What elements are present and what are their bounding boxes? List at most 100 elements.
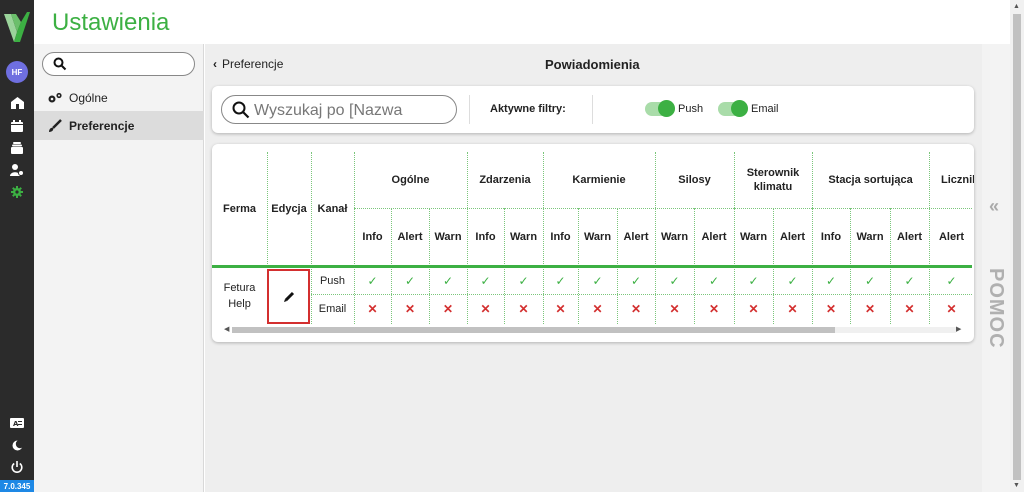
group-header: Karmienie bbox=[572, 174, 626, 186]
push-filter-label: Push bbox=[678, 103, 704, 115]
disabled-cross-icon[interactable]: ✕ bbox=[429, 294, 467, 324]
enabled-check-icon[interactable]: ✓ bbox=[850, 268, 890, 294]
language-icon[interactable]: A bbox=[9, 415, 25, 431]
enabled-check-icon[interactable]: ✓ bbox=[734, 268, 773, 294]
enabled-check-icon[interactable]: ✓ bbox=[429, 268, 467, 294]
channel-name: Email bbox=[318, 303, 347, 315]
column-header-alert: Alert bbox=[938, 230, 965, 243]
gears-icon bbox=[47, 92, 63, 104]
page-scrollbar[interactable]: ▲ ▼ bbox=[1010, 0, 1024, 492]
disabled-cross-icon[interactable]: ✕ bbox=[617, 294, 655, 324]
disabled-cross-icon[interactable]: ✕ bbox=[850, 294, 890, 324]
help-tab[interactable]: « POMOC bbox=[982, 44, 1010, 492]
avatar[interactable]: HF bbox=[6, 61, 28, 83]
disabled-cross-icon[interactable]: ✕ bbox=[504, 294, 543, 324]
farm-icon[interactable] bbox=[9, 95, 25, 111]
panel-title: Powiadomienia bbox=[545, 57, 640, 72]
user-settings-icon[interactable] bbox=[9, 162, 25, 178]
disabled-cross-icon[interactable]: ✕ bbox=[354, 294, 391, 324]
close-icon: ✕ bbox=[630, 302, 642, 316]
email-filter-toggle[interactable] bbox=[718, 100, 748, 117]
horizontal-scrollbar[interactable]: ◀ ▶ bbox=[224, 325, 964, 334]
enabled-check-icon[interactable]: ✓ bbox=[655, 268, 694, 294]
enabled-check-icon[interactable]: ✓ bbox=[929, 268, 974, 294]
disabled-cross-icon[interactable]: ✕ bbox=[929, 294, 974, 324]
group-header: Sterownik klimatu bbox=[746, 167, 800, 193]
app-logo[interactable] bbox=[3, 10, 31, 44]
close-icon: ✕ bbox=[480, 302, 491, 316]
divider bbox=[469, 95, 470, 124]
edit-button[interactable] bbox=[267, 269, 310, 324]
active-filters-label: Aktywne filtry: bbox=[490, 103, 566, 115]
sidebar-item-preferences[interactable]: Preferencje bbox=[34, 111, 204, 140]
enabled-check-icon[interactable]: ✓ bbox=[694, 268, 734, 294]
enabled-check-icon[interactable]: ✓ bbox=[354, 268, 391, 294]
column-header-warn: Warn bbox=[509, 230, 538, 243]
scroll-thumb[interactable] bbox=[232, 327, 835, 333]
enabled-check-icon[interactable]: ✓ bbox=[812, 268, 850, 294]
moon-icon[interactable] bbox=[9, 437, 25, 453]
close-icon: ✕ bbox=[708, 302, 720, 316]
disabled-cross-icon[interactable]: ✕ bbox=[467, 294, 504, 324]
check-icon: ✓ bbox=[787, 274, 798, 288]
calendar-icon[interactable] bbox=[9, 118, 25, 134]
header-divider bbox=[212, 265, 972, 268]
disabled-cross-icon[interactable]: ✕ bbox=[655, 294, 694, 324]
help-label: POMOC bbox=[985, 268, 1007, 349]
column-header-alert: Alert bbox=[779, 230, 806, 243]
column-header-info: Info bbox=[550, 230, 571, 243]
disabled-cross-icon[interactable]: ✕ bbox=[694, 294, 734, 324]
column-header-warn: Warn bbox=[583, 230, 612, 243]
check-icon: ✓ bbox=[904, 274, 915, 288]
gear-icon[interactable] bbox=[9, 184, 25, 200]
disabled-cross-icon[interactable]: ✕ bbox=[734, 294, 773, 324]
scroll-up-icon[interactable]: ▲ bbox=[1013, 3, 1020, 10]
enabled-check-icon[interactable]: ✓ bbox=[773, 268, 812, 294]
divider bbox=[592, 95, 593, 124]
version-badge: 7.0.345 bbox=[0, 480, 34, 492]
column-header-alert: Alert bbox=[896, 230, 923, 243]
check-icon: ✓ bbox=[748, 274, 759, 288]
grid-line bbox=[354, 208, 972, 209]
push-filter-toggle[interactable] bbox=[645, 100, 675, 117]
disabled-cross-icon[interactable]: ✕ bbox=[773, 294, 812, 324]
check-icon: ✓ bbox=[825, 274, 837, 288]
double-chevron-left-icon: « bbox=[989, 196, 1000, 216]
check-icon: ✓ bbox=[518, 274, 529, 288]
check-icon: ✓ bbox=[669, 274, 680, 288]
scroll-right-icon[interactable]: ▶ bbox=[956, 325, 961, 333]
enabled-check-icon[interactable]: ✓ bbox=[543, 268, 578, 294]
disabled-cross-icon[interactable]: ✕ bbox=[812, 294, 850, 324]
column-header-warn: Warn bbox=[856, 230, 884, 243]
group-header: Zdarzenia bbox=[479, 174, 531, 186]
enabled-check-icon[interactable]: ✓ bbox=[467, 268, 504, 294]
disabled-cross-icon[interactable]: ✕ bbox=[890, 294, 929, 324]
disabled-cross-icon[interactable]: ✕ bbox=[391, 294, 429, 324]
close-icon: ✕ bbox=[946, 302, 957, 316]
email-filter-label: Email bbox=[751, 103, 779, 115]
check-icon: ✓ bbox=[442, 274, 454, 288]
disabled-cross-icon[interactable]: ✕ bbox=[543, 294, 578, 324]
channel-name: Push bbox=[319, 275, 346, 287]
scroll-thumb[interactable] bbox=[1013, 14, 1021, 480]
check-icon: ✓ bbox=[630, 274, 642, 288]
check-icon: ✓ bbox=[592, 274, 603, 288]
power-icon[interactable] bbox=[9, 459, 25, 475]
enabled-check-icon[interactable]: ✓ bbox=[617, 268, 655, 294]
enabled-check-icon[interactable]: ✓ bbox=[578, 268, 617, 294]
back-link[interactable]: ‹ Preferencje bbox=[213, 57, 283, 71]
sidebar-item-general[interactable]: Ogólne bbox=[34, 83, 204, 112]
close-icon: ✕ bbox=[669, 302, 680, 316]
enabled-check-icon[interactable]: ✓ bbox=[504, 268, 543, 294]
farm-header: Ferma bbox=[222, 202, 257, 215]
layers-icon[interactable] bbox=[9, 140, 25, 156]
search-input[interactable]: Wyszukaj po [Nazwa bbox=[221, 95, 457, 124]
enabled-check-icon[interactable]: ✓ bbox=[890, 268, 929, 294]
scroll-left-icon[interactable]: ◀ bbox=[224, 325, 229, 333]
enabled-check-icon[interactable]: ✓ bbox=[391, 268, 429, 294]
sidebar-item-label: Preferencje bbox=[69, 118, 135, 133]
disabled-cross-icon[interactable]: ✕ bbox=[578, 294, 617, 324]
sidebar-search-input[interactable] bbox=[42, 52, 195, 76]
back-link-label: Preferencje bbox=[222, 57, 284, 71]
scroll-down-icon[interactable]: ▼ bbox=[1013, 482, 1020, 489]
